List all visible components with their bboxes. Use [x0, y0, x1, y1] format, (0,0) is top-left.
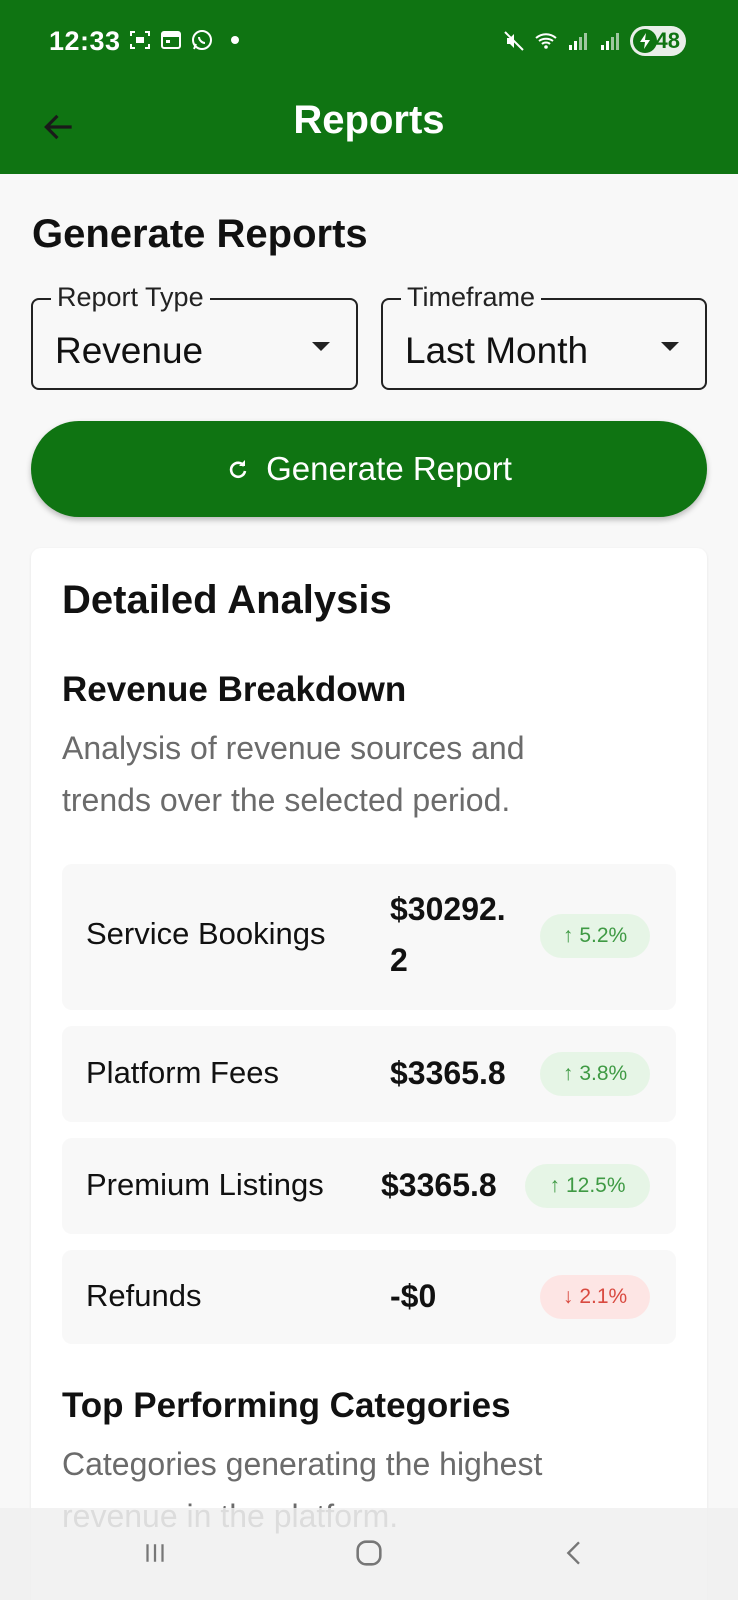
status-left-icons: [128, 28, 239, 52]
dropdown-arrow-icon: [312, 342, 330, 351]
recent-apps-button[interactable]: [125, 1528, 185, 1578]
status-bar: 12:33 48: [0, 0, 738, 84]
signal-icon: [601, 33, 619, 50]
timeframe-label: Timeframe: [401, 282, 542, 313]
trend-badge: ↓ 2.1%: [540, 1275, 650, 1319]
screenshot-icon: [130, 31, 150, 49]
battery-charging-icon: [633, 29, 657, 53]
trend-badge: ↑ 5.2%: [540, 914, 650, 958]
trend-badge: ↑ 3.8%: [540, 1052, 650, 1096]
generate-report-label: Generate Report: [266, 450, 512, 487]
revenue-breakdown-title: Revenue Breakdown: [62, 670, 407, 709]
status-time: 12:33: [49, 26, 121, 56]
revenue-row-refunds: Refunds -$0 ↓ 2.1%: [62, 1250, 676, 1344]
row-value: -$0: [390, 1278, 437, 1314]
battery-level: 48: [655, 28, 680, 53]
row-value-line2: 2: [390, 942, 408, 978]
trend-value: 2.1%: [579, 1285, 628, 1308]
notification-dot: [231, 36, 239, 44]
nav-back-button[interactable]: [545, 1528, 605, 1578]
report-type-value: Revenue: [55, 330, 204, 371]
detailed-analysis-title: Detailed Analysis: [62, 578, 392, 622]
top-categories-title: Top Performing Categories: [62, 1386, 511, 1425]
arrow-down-icon: ↓: [562, 1285, 574, 1308]
dropdown-arrow-icon: [661, 342, 679, 351]
row-value: $3365.8: [390, 1055, 506, 1091]
row-label: Premium Listings: [86, 1167, 324, 1202]
row-label: Service Bookings: [86, 916, 326, 951]
detailed-analysis-card: Detailed Analysis Revenue Breakdown Anal…: [31, 548, 707, 1600]
trend-value: 3.8%: [579, 1062, 628, 1085]
trend-value: 5.2%: [579, 924, 628, 947]
generate-report-button[interactable]: Generate Report: [31, 421, 707, 517]
arrow-up-icon: ↑: [562, 924, 574, 947]
whatsapp-icon: [192, 30, 212, 50]
calendar-icon: [161, 31, 181, 49]
row-label: Refunds: [86, 1278, 202, 1313]
chevron-left-icon: [566, 1541, 580, 1565]
revenue-row-platform-fees: Platform Fees $3365.8 ↑ 3.8%: [62, 1026, 676, 1122]
recent-apps-icon: [146, 1544, 164, 1562]
page-title: Reports: [293, 98, 445, 142]
app-bar: Reports: [0, 84, 738, 174]
wifi-icon: [535, 33, 557, 49]
revenue-breakdown-description: Analysis of revenue sources and trends o…: [62, 730, 525, 818]
row-value-line1: $30292.: [390, 891, 506, 927]
timeframe-select[interactable]: Timeframe Last Month: [381, 282, 707, 390]
home-icon: [356, 1540, 382, 1566]
generate-reports-title: Generate Reports: [32, 212, 368, 256]
row-value: $30292. 2: [390, 884, 506, 986]
row-value: $3365.8: [381, 1167, 497, 1203]
revenue-row-premium-listings: Premium Listings $3365.8 ↑ 12.5%: [62, 1138, 676, 1234]
trend-badge: ↑ 12.5%: [525, 1164, 650, 1208]
trend-value: 12.5%: [565, 1174, 626, 1197]
home-button[interactable]: [339, 1528, 399, 1578]
arrow-up-icon: ↑: [549, 1174, 560, 1197]
system-navigation-bar: [0, 1508, 738, 1600]
signal-icon: [569, 33, 587, 50]
timeframe-value: Last Month: [405, 330, 589, 371]
arrow-up-icon: ↑: [562, 1062, 574, 1085]
revenue-row-service-bookings: Service Bookings $30292. 2 ↑ 5.2%: [62, 864, 676, 1010]
report-type-label: Report Type: [51, 282, 210, 313]
refresh-icon: [229, 460, 247, 479]
report-type-select[interactable]: Report Type Revenue: [31, 282, 358, 390]
battery-indicator: 48: [630, 26, 686, 56]
status-right-icons: 48: [502, 26, 686, 56]
row-label: Platform Fees: [86, 1055, 279, 1090]
mute-icon: [504, 31, 524, 51]
